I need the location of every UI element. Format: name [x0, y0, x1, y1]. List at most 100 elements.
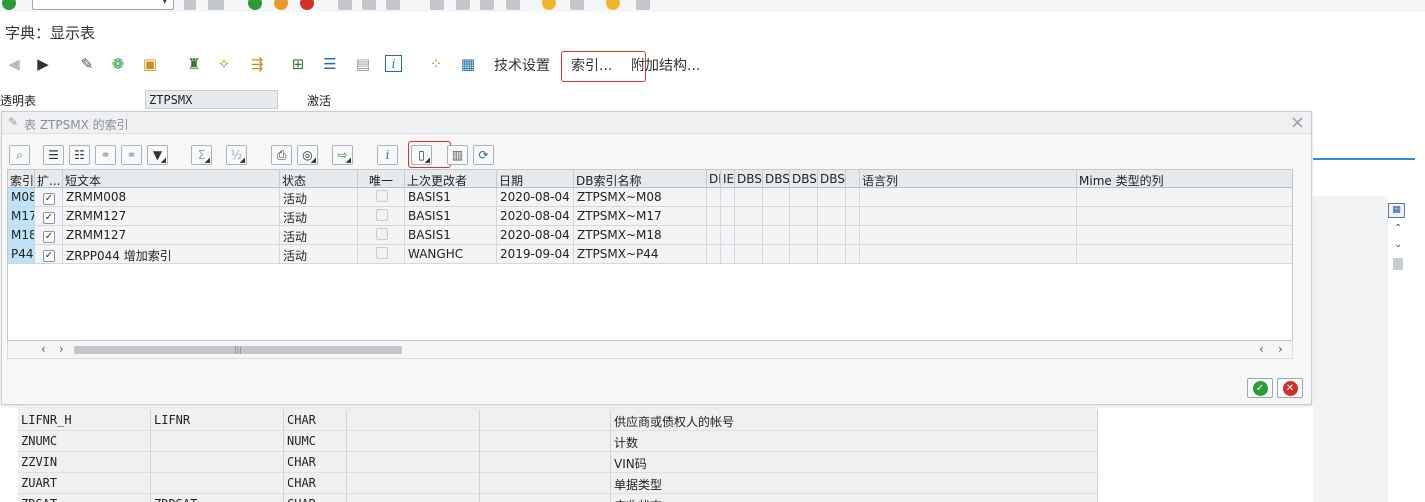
prev-page-icon[interactable] [456, 0, 470, 10]
object-list-icon[interactable]: ☰ [320, 55, 340, 73]
table-cell[interactable] [818, 188, 846, 207]
field-cell[interactable]: NUMC [284, 431, 347, 452]
info-icon[interactable]: i [385, 55, 402, 72]
vertical-scrollbar[interactable] [1393, 258, 1403, 270]
table-cell[interactable] [763, 188, 790, 207]
column-header[interactable]: 唯一 [358, 170, 405, 188]
field-cell[interactable]: 应收状态 [611, 494, 1098, 502]
table-cell[interactable] [818, 226, 846, 245]
table-cell[interactable]: 2020-08-04 [497, 226, 574, 245]
cancel-icon[interactable] [300, 0, 314, 10]
field-cell[interactable] [347, 431, 480, 452]
table-cell[interactable] [721, 207, 735, 226]
views-icon[interactable]: ◎ ◢ [297, 145, 318, 165]
save-icon[interactable] [208, 0, 224, 10]
chevron-down-icon[interactable]: ▾ [162, 0, 167, 7]
find-next-icon[interactable] [386, 0, 400, 10]
table-cell[interactable] [790, 188, 818, 207]
scroll-down-icon[interactable]: ⌄ [1394, 239, 1402, 250]
table-cell[interactable] [707, 226, 721, 245]
field-cell[interactable]: CHAR [284, 410, 347, 431]
table-cell[interactable]: ZRMM127 [63, 226, 280, 245]
table-cell[interactable]: ✓ [35, 245, 63, 264]
column-header[interactable]: DBS [763, 170, 790, 188]
table-cell[interactable] [358, 245, 405, 264]
field-cell[interactable]: CHAR [284, 473, 347, 494]
new-session-icon[interactable] [542, 0, 556, 10]
enter-icon[interactable] [2, 0, 16, 10]
column-header[interactable]: DB索引名称 [574, 170, 707, 188]
table-cell[interactable]: ✓ [35, 226, 63, 245]
cancel-button[interactable]: ✕ [1277, 378, 1303, 398]
table-cell[interactable] [763, 245, 790, 264]
table-cell[interactable] [358, 207, 405, 226]
table-cell[interactable]: M17 [8, 207, 35, 226]
export-icon[interactable]: ⇨ ◢ [332, 145, 353, 165]
table-settings-icon[interactable]: ▦ [1388, 203, 1405, 218]
table-cell[interactable]: 活动 [280, 226, 358, 245]
column-header[interactable]: DBS [818, 170, 846, 188]
table-cell[interactable]: WANGHC [405, 245, 497, 264]
table-cell[interactable]: 活动 [280, 245, 358, 264]
wand-icon[interactable]: ✧ [214, 55, 234, 73]
find-binoculars-icon[interactable]: ⚭ [95, 145, 116, 165]
field-cell[interactable] [480, 431, 611, 452]
field-cell[interactable]: ZDDSAT [151, 494, 284, 502]
table-cell[interactable] [1077, 245, 1292, 264]
table-cell[interactable]: ✓ [35, 188, 63, 207]
field-cell[interactable] [347, 473, 480, 494]
table-cell[interactable] [721, 245, 735, 264]
settings-gear-icon[interactable] [636, 0, 650, 10]
arrow-right-icon[interactable]: ▶ [33, 55, 53, 73]
field-cell[interactable]: ZNUMC [18, 431, 151, 452]
subtotal-icon[interactable]: ½ ◢ [226, 145, 247, 165]
sort-descending-icon[interactable]: ☷ [69, 145, 90, 165]
column-header[interactable]: Mime 类型的列 [1077, 170, 1292, 188]
back-nav-icon[interactable] [184, 0, 196, 10]
field-cell[interactable] [480, 410, 611, 431]
field-cell[interactable] [151, 452, 284, 473]
column-header[interactable]: IE [721, 170, 735, 188]
column-header[interactable]: 语言列 [860, 170, 1077, 188]
field-cell[interactable]: CHAR [284, 452, 347, 473]
table-cell[interactable] [735, 207, 763, 226]
where-used-icon[interactable]: ⇶ [247, 55, 267, 73]
column-header[interactable]: 索引 [8, 170, 35, 188]
table-cell[interactable]: BASIS1 [405, 226, 497, 245]
table-cell[interactable] [818, 207, 846, 226]
table-cell[interactable] [358, 226, 405, 245]
first-page-icon[interactable] [430, 0, 444, 10]
filter-icon[interactable]: ▼ ◢ [147, 145, 168, 165]
horizontal-scrollbar[interactable]: ‹ › ||| ‹ › [7, 341, 1293, 359]
help-icon[interactable] [606, 0, 620, 10]
table-cell[interactable] [790, 245, 818, 264]
scroll-thumb[interactable]: ||| [74, 346, 402, 354]
scroll-left-icon[interactable]: ‹ [41, 342, 46, 356]
table-cell[interactable]: 活动 [280, 188, 358, 207]
scroll-right-end-icon[interactable]: › [1278, 342, 1283, 356]
field-cell[interactable] [151, 473, 284, 494]
table-cell[interactable] [721, 226, 735, 245]
field-cell[interactable]: LIFNR_H [18, 410, 151, 431]
find-icon[interactable] [362, 0, 376, 10]
table-cell[interactable] [721, 188, 735, 207]
column-header[interactable]: 扩... [35, 170, 63, 188]
last-page-icon[interactable] [506, 0, 520, 10]
table-name-field[interactable]: ZTPSMX [145, 90, 278, 109]
table-cell[interactable] [860, 188, 1077, 207]
field-cell[interactable]: 计数 [611, 431, 1098, 452]
shortcut-icon[interactable] [570, 0, 584, 10]
table-cell[interactable] [846, 245, 860, 264]
column-header[interactable] [846, 170, 860, 188]
table-cell[interactable]: P44 [8, 245, 35, 264]
column-header[interactable]: DI [707, 170, 721, 188]
table-cell[interactable] [707, 188, 721, 207]
scroll-up-icon[interactable]: ⌃ [1394, 223, 1402, 234]
table-cell[interactable] [860, 207, 1077, 226]
table-cell[interactable] [735, 226, 763, 245]
print-icon[interactable] [338, 0, 352, 10]
table-cell[interactable]: 2020-08-04 [497, 188, 574, 207]
command-field[interactable]: ▾ [32, 0, 174, 10]
column-header[interactable]: DBS [790, 170, 818, 188]
activate-icon[interactable]: ♜ [184, 55, 204, 73]
